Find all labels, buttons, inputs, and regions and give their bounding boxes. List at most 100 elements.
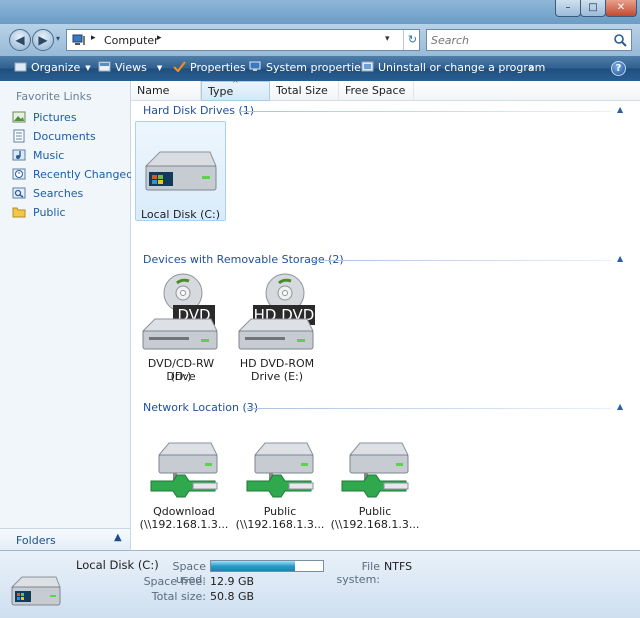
- search-icon[interactable]: [613, 33, 627, 47]
- network-drive-label-line2: (\\192.168.1.3...: [235, 518, 325, 531]
- sidebar-item-searches[interactable]: Searches: [12, 186, 83, 204]
- hd-dvd-drive-icon: HD DVD: [237, 273, 315, 350]
- column-free-space[interactable]: Free Space: [339, 81, 414, 101]
- music-icon: [12, 149, 26, 161]
- favorite-links-title: Favorite Links: [16, 90, 92, 103]
- sidebar-item-music[interactable]: Music: [12, 148, 64, 166]
- more-commands-button[interactable]: »: [528, 56, 535, 81]
- recent-icon: [12, 168, 26, 180]
- navigation-pane: Favorite Links Pictures Documents Music …: [0, 81, 133, 550]
- properties-button[interactable]: Properties: [173, 56, 246, 81]
- sidebar-item-public[interactable]: Public: [12, 205, 66, 223]
- title-bar: – □ ✕: [0, 0, 640, 24]
- drive-label-line2: (D:): [170, 370, 192, 383]
- collapse-group-icon[interactable]: ▲: [617, 105, 623, 114]
- column-total-size[interactable]: Total Size: [270, 81, 339, 101]
- group-divider: [247, 408, 611, 409]
- close-button[interactable]: ✕: [605, 0, 637, 17]
- group-divider: [239, 111, 611, 112]
- network-drive-icon: [150, 442, 218, 498]
- column-header: Name Type ^ Total Size Free Space: [131, 79, 640, 101]
- address-row: ◀ ▶ ▾ ▸ Computer ▸ ▾ ↻: [0, 24, 640, 56]
- sidebar-item-recently-changed[interactable]: Recently Changed: [12, 167, 133, 185]
- drive-item-dvd-cdrw-d[interactable]: DVD DVD/CD-RW Drive (D:): [135, 271, 227, 383]
- minimize-button[interactable]: –: [555, 0, 581, 17]
- dvd-drive-icon: DVD: [141, 273, 218, 350]
- group-header-hard-disk-drives[interactable]: Hard Disk Drives (1): [143, 104, 254, 117]
- chevron-down-icon: ▼: [156, 64, 163, 72]
- sidebar-item-label: Public: [33, 206, 66, 219]
- views-icon: [98, 61, 111, 72]
- system-properties-label: System properties: [266, 61, 367, 74]
- back-button[interactable]: ◀: [9, 29, 31, 51]
- uninstall-icon: [361, 61, 374, 72]
- chevron-down-icon: ▼: [85, 64, 91, 72]
- computer-icon: [72, 34, 85, 45]
- network-drive-public-2[interactable]: Public (\\192.168.1.3...: [326, 431, 424, 535]
- total-size-label: Total size:: [151, 590, 206, 603]
- drive-item-hd-dvd-rom-e[interactable]: HD DVD HD DVD-ROM Drive (E:): [231, 271, 323, 383]
- organize-label: Organize: [31, 61, 81, 74]
- breadcrumb-root-arrow[interactable]: ▸: [91, 33, 96, 43]
- pictures-icon: [12, 111, 26, 123]
- network-drive-label-line1: Qdownload: [153, 505, 215, 518]
- sidebar-item-label: Music: [33, 149, 65, 162]
- space-used-bar: [210, 560, 324, 572]
- file-system-label: File system:: [336, 560, 380, 586]
- recent-pages-dropdown[interactable]: ▾: [56, 34, 64, 44]
- sidebar-item-pictures[interactable]: Pictures: [12, 110, 77, 128]
- sort-ascending-icon: ^: [232, 79, 239, 88]
- forward-button[interactable]: ▶: [32, 29, 54, 51]
- folders-label: Folders: [16, 534, 56, 547]
- search-input[interactable]: [427, 30, 607, 50]
- space-free-value: 12.9 GB: [210, 575, 255, 588]
- space-free-label: Space free:: [143, 575, 206, 588]
- sidebar-item-documents[interactable]: Documents: [12, 129, 96, 147]
- properties-label: Properties: [190, 61, 246, 74]
- network-drive-label-line2: (\\192.168.1.3...: [330, 518, 420, 531]
- group-header-network-location[interactable]: Network Location (3): [143, 401, 258, 414]
- breadcrumb-arrow[interactable]: ▸: [157, 33, 162, 43]
- column-name[interactable]: Name: [131, 81, 201, 101]
- chevron-up-icon: ▲: [114, 532, 122, 543]
- maximize-button[interactable]: □: [580, 0, 606, 17]
- help-icon[interactable]: ?: [611, 61, 626, 76]
- drive-label-line2: Drive (E:): [250, 370, 304, 383]
- network-drive-public-1[interactable]: Public (\\192.168.1.3...: [231, 431, 329, 535]
- sidebar-item-label: Searches: [33, 187, 84, 200]
- breadcrumb-computer[interactable]: Computer: [104, 34, 159, 47]
- file-list-pane: Name Type ^ Total Size Free Space Hard D…: [131, 79, 640, 550]
- uninstall-program-button[interactable]: Uninstall or change a program: [361, 56, 545, 81]
- hard-drive-icon: [10, 576, 61, 606]
- network-drive-qdownload[interactable]: Qdownload (\\192.168.1.3...: [135, 431, 233, 535]
- folders-toggle[interactable]: Folders ▲: [0, 528, 130, 550]
- organize-button[interactable]: Organize ▼: [14, 56, 91, 81]
- collapse-group-icon[interactable]: ▲: [617, 402, 623, 411]
- group-divider: [313, 260, 611, 261]
- collapse-group-icon[interactable]: ▲: [617, 254, 623, 263]
- network-drive-icon: [341, 442, 409, 498]
- public-folder-icon: [12, 207, 26, 218]
- drive-label: Local Disk (C:): [140, 208, 221, 221]
- address-dropdown[interactable]: ▾: [385, 34, 390, 44]
- space-used-fill: [211, 561, 295, 571]
- hard-drive-icon: [144, 151, 217, 191]
- drive-item-local-disk-c[interactable]: Local Disk (C:): [135, 121, 226, 221]
- organize-icon: [14, 62, 27, 72]
- address-bar[interactable]: ▸ Computer ▸ ▾ ↻: [66, 29, 420, 51]
- network-drive-label-line1: Public: [263, 505, 297, 518]
- sidebar-item-label: Recently Changed: [33, 168, 134, 181]
- system-properties-button[interactable]: System properties: [249, 56, 367, 81]
- sidebar-item-label: Documents: [33, 130, 96, 143]
- searches-icon: [12, 187, 26, 199]
- properties-check-icon: [173, 61, 186, 72]
- command-toolbar: Organize ▼ Views ▼ Properties System prope…: [0, 56, 640, 81]
- sidebar-item-label: Pictures: [33, 111, 77, 124]
- system-properties-icon: [249, 61, 261, 71]
- views-label: Views: [115, 61, 147, 74]
- network-drive-label-line2: (\\192.168.1.3...: [139, 518, 229, 531]
- network-drive-label-line1: Public: [358, 505, 392, 518]
- search-box: [426, 29, 632, 51]
- refresh-button[interactable]: ↻: [403, 30, 421, 50]
- views-button[interactable]: Views ▼: [98, 56, 162, 81]
